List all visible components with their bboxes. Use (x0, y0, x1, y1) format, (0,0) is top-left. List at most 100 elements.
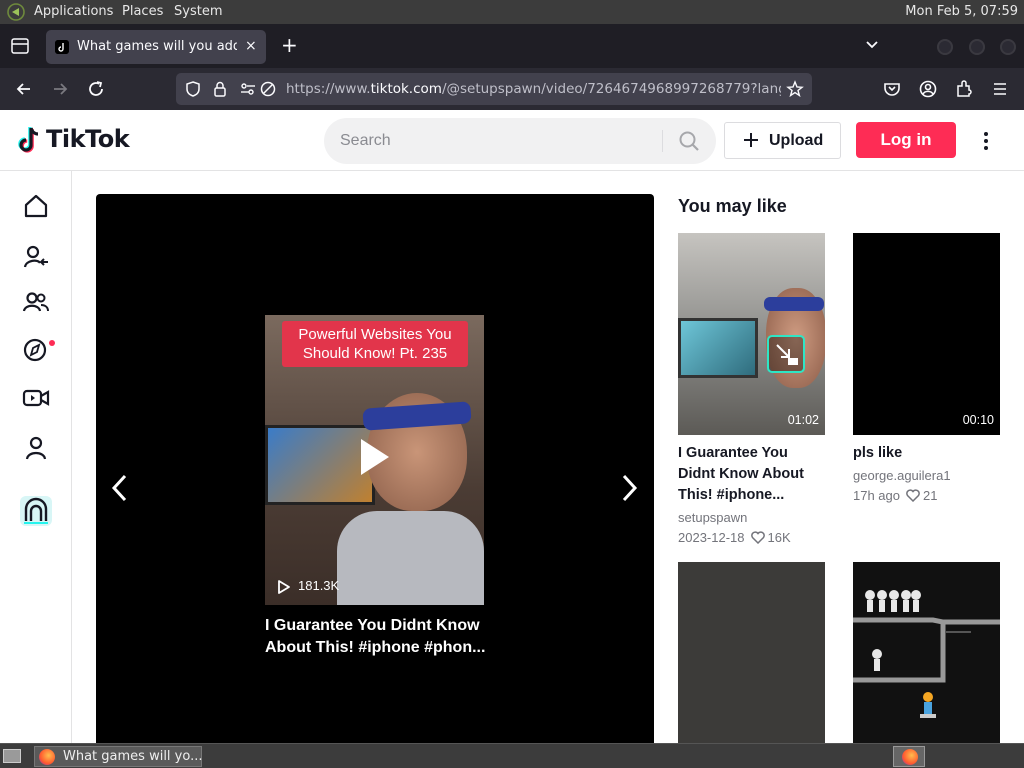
firefox-icon (39, 749, 55, 765)
extensions-icon[interactable] (954, 79, 974, 99)
window-close-button[interactable] (1000, 39, 1016, 55)
browser-tab-bar: What games will you add? # × + (0, 24, 1024, 68)
show-desktop-icon[interactable] (3, 749, 21, 763)
bookmark-star-icon[interactable] (786, 80, 804, 98)
recommended-video-cover[interactable]: 00:10 (853, 233, 1000, 435)
video-thumbnail[interactable]: Powerful Websites You Should Know! Pt. 2… (265, 315, 484, 605)
following-icon[interactable] (22, 243, 50, 271)
system-taskbar: What games will yo... (0, 743, 1024, 768)
recommended-video-card[interactable]: 00:10 pls like george.aguilera1 17h ago 2… (853, 233, 1000, 513)
chevron-right-icon[interactable] (618, 472, 640, 504)
view-count-value: 181.3K (298, 578, 340, 593)
taskbar-window-firefox[interactable]: What games will yo... (34, 746, 203, 767)
shield-icon[interactable] (184, 80, 202, 98)
recommended-video-title[interactable]: I Guarantee You Didnt Know About This! #… (678, 443, 825, 506)
recommended-video-cover[interactable] (853, 562, 1000, 743)
upload-label: Upload (769, 132, 824, 149)
hamburger-menu-icon[interactable] (990, 79, 1010, 99)
back-arrow-icon[interactable] (14, 79, 34, 99)
friends-icon[interactable] (22, 288, 50, 316)
recommended-video-card[interactable] (678, 562, 825, 743)
workspace-switcher[interactable] (893, 746, 925, 767)
firefox-tray-icon (902, 749, 918, 765)
chevron-left-icon[interactable] (109, 472, 131, 504)
recommended-video-author[interactable]: setupspawn (678, 510, 747, 525)
pocket-icon[interactable] (882, 79, 902, 99)
tiktok-note-icon (18, 127, 39, 153)
tracking-blocked-icon[interactable] (259, 80, 277, 98)
logo-wordmark: TikTok (46, 125, 130, 153)
recommended-video-meta: 2023-12-18 16K (678, 530, 791, 545)
tiktok-header: TikTok Upload Log in (0, 110, 1024, 171)
login-button[interactable]: Log in (856, 122, 956, 158)
window-minimize-button[interactable] (937, 39, 953, 55)
notification-dot (49, 340, 55, 346)
video-date: 2023-12-18 (678, 530, 745, 545)
recommended-video-card[interactable]: 01:02 I Guarantee You Didnt Know About T… (678, 233, 825, 553)
search-input[interactable] (340, 129, 650, 153)
thumbnail-banner: Powerful Websites You Should Know! Pt. 2… (282, 321, 468, 367)
live-video-icon[interactable] (22, 384, 50, 412)
explore-compass-icon[interactable] (22, 336, 50, 364)
home-icon[interactable] (22, 192, 50, 220)
window-maximize-button[interactable] (969, 39, 985, 55)
tiktok-side-nav (0, 171, 72, 743)
recommended-video-title[interactable]: pls like (853, 443, 1000, 464)
video-date: 17h ago (853, 488, 900, 503)
taskbar-window-label: What games will yo... (63, 749, 203, 764)
search-divider (662, 130, 663, 152)
applications-menu[interactable]: Applications (34, 4, 113, 19)
recommended-video-card[interactable] (853, 562, 1000, 743)
lock-icon[interactable] (211, 80, 229, 98)
like-count: 16K (767, 530, 791, 545)
video-duration: 01:02 (787, 413, 819, 427)
search-bar (324, 118, 716, 164)
permissions-icon[interactable] (239, 80, 257, 98)
video-player[interactable]: Powerful Websites You Should Know! Pt. 2… (96, 194, 654, 744)
tiktok-logo[interactable]: TikTok (16, 125, 146, 157)
forward-arrow-icon[interactable] (50, 79, 70, 99)
browser-nav-bar: https://www.tiktok.com/@setupspawn/video… (0, 68, 1024, 110)
new-tab-button[interactable]: + (281, 35, 299, 55)
recommended-video-meta: 17h ago 21 (853, 488, 937, 503)
reload-icon[interactable] (86, 79, 106, 99)
system-top-panel: Applications Places System Mon Feb 5, 07… (0, 0, 1024, 24)
cover-headband (764, 297, 824, 311)
account-icon[interactable] (918, 79, 938, 99)
picture-in-picture-icon[interactable] (767, 335, 805, 373)
thumbnail-shirt (337, 511, 484, 605)
clock[interactable]: Mon Feb 5, 07:59 (905, 4, 1018, 19)
recommended-video-cover[interactable]: 01:02 (678, 233, 825, 435)
close-tab-icon[interactable]: × (245, 38, 257, 54)
url-path: /@setupspawn/video/7264674968997268779?l… (441, 81, 781, 97)
heart-icon (750, 531, 765, 545)
thumbnail-monitor (265, 425, 375, 505)
url-text[interactable]: https://www.tiktok.com/@setupspawn/video… (286, 81, 781, 97)
recommended-video-author[interactable]: george.aguilera1 (853, 468, 951, 483)
url-host: tiktok.com (370, 81, 442, 97)
heart-icon (906, 489, 920, 503)
firefox-view-icon[interactable] (10, 37, 30, 55)
tiktok-favicon-icon (55, 40, 69, 54)
banner-line-1: Powerful Websites You (298, 326, 452, 343)
like-count: 21 (923, 488, 938, 503)
effect-house-icon[interactable] (20, 496, 52, 526)
places-menu[interactable]: Places (122, 4, 163, 19)
search-icon[interactable] (678, 130, 700, 152)
system-menu[interactable]: System (174, 4, 222, 19)
tab-title: What games will you add? # (77, 39, 237, 54)
play-icon[interactable] (361, 439, 389, 475)
banner-line-2: Should Know! Pt. 235 (302, 345, 448, 362)
browser-tab-active[interactable]: What games will you add? # × (46, 30, 266, 64)
profile-icon[interactable] (22, 434, 50, 462)
video-caption[interactable]: I Guarantee You Didnt Know About This! #… (265, 615, 505, 659)
chevron-down-icon[interactable] (864, 38, 880, 52)
recommended-video-cover[interactable] (678, 562, 825, 743)
game-scene-icon (853, 590, 1000, 718)
address-bar[interactable]: https://www.tiktok.com/@setupspawn/video… (176, 73, 812, 105)
gnome-foot-icon[interactable] (7, 3, 25, 21)
more-options-icon[interactable] (976, 130, 996, 152)
cover-monitor (678, 318, 758, 378)
upload-button[interactable]: Upload (724, 122, 841, 159)
play-outline-icon (278, 580, 290, 594)
